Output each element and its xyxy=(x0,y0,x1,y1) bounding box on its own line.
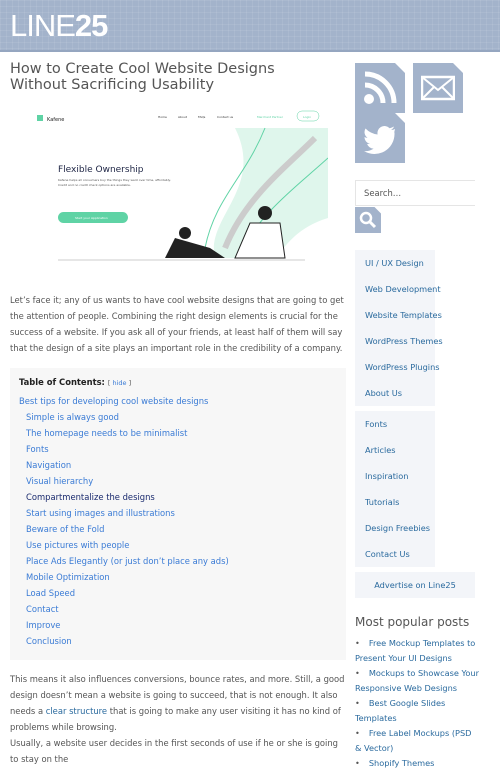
toc-item[interactable]: Compartmentalize the designs xyxy=(26,492,155,502)
toc-item[interactable]: Contact xyxy=(26,604,59,614)
toc-item[interactable]: Fonts xyxy=(26,444,49,454)
hero-nav-contact: Contact us xyxy=(217,115,234,119)
toc-item[interactable]: Mobile Optimization xyxy=(26,572,110,582)
paragraph-2: This means it also influences conversion… xyxy=(10,671,345,735)
hero-nav-home: Home xyxy=(158,115,167,119)
category-menu-2: Fonts Articles Inspiration Tutorials Design … xyxy=(355,411,435,567)
article-title: How to Create Cool Website Designs Witho… xyxy=(10,61,275,93)
hero-text: Kafene helps all consumers buy the thing… xyxy=(58,178,171,187)
toc-heading: Table of Contents: [ hide ] xyxy=(19,377,132,387)
toc-item[interactable]: Load Speed xyxy=(26,588,75,598)
sidebar-category-item[interactable]: Web Development xyxy=(355,276,441,302)
site-logo[interactable]: LINE25 xyxy=(10,8,108,43)
toc-item[interactable]: Simple is always good xyxy=(26,412,119,422)
logo-text: LINE xyxy=(10,8,76,43)
hero-nav-about: About xyxy=(178,115,188,119)
toc-item[interactable]: Visual hierarchy xyxy=(26,476,93,486)
sidebar-category-item[interactable]: Fonts xyxy=(355,411,435,437)
sidebar-category-item[interactable]: Tutorials xyxy=(355,489,435,515)
toc-item[interactable]: Place Ads Elegantly (or just don’t place… xyxy=(26,556,229,566)
hero-headline: Flexible Ownership xyxy=(58,165,144,175)
hero-login: Login xyxy=(303,115,311,119)
toc-item[interactable]: Navigation xyxy=(26,460,71,470)
popular-post-link[interactable]: Shopify Themes xyxy=(355,756,480,771)
popular-posts-heading: Most popular posts xyxy=(355,615,470,629)
popular-posts-list: Free Mockup Templates to Present Your UI… xyxy=(355,636,480,771)
hero-nav-faqs: FAQs xyxy=(198,115,206,119)
toc-item[interactable]: Use pictures with people xyxy=(26,540,129,550)
sidebar-category-item[interactable]: Website Templates xyxy=(355,302,442,328)
hero-brand: Kafene xyxy=(47,117,64,123)
sidebar-category-item[interactable]: About Us xyxy=(355,380,435,406)
sidebar-category-item[interactable]: WordPress Themes xyxy=(355,328,443,354)
search-icon xyxy=(359,211,377,229)
hero-merchant: Merchant Partner xyxy=(257,115,284,119)
table-of-contents: Table of Contents: [ hide ] Best tips fo… xyxy=(10,368,346,660)
sidebar-category-item[interactable]: Inspiration xyxy=(355,463,435,489)
sidebar-category-item[interactable]: WordPress Plugins xyxy=(355,354,440,380)
popular-post-link[interactable]: Mockups to Showcase Your Responsive Web … xyxy=(355,666,480,696)
search-input[interactable]: Search… xyxy=(355,180,475,206)
toc-item[interactable]: Best tips for developing cool website de… xyxy=(19,396,208,406)
popular-post-link[interactable]: Best Google Slides Templates xyxy=(355,696,480,726)
toc-item[interactable]: The homepage needs to be minimalist xyxy=(26,428,187,438)
site-header: LINE25 xyxy=(0,0,500,52)
search-button[interactable] xyxy=(355,207,381,233)
sidebar-category-item[interactable]: Articles xyxy=(355,437,435,463)
intro-paragraph: Let’s face it; any of us wants to have c… xyxy=(10,295,344,353)
rss-icon[interactable] xyxy=(355,63,405,113)
hero-image: Kafene Home About FAQs Contact us Mercha… xyxy=(35,108,329,263)
category-menu-1: UI / UX Design Web Development Website Tem… xyxy=(355,250,443,406)
advertise-link[interactable]: Advertise on Line25 xyxy=(355,572,475,598)
toc-item[interactable]: Improve xyxy=(26,620,60,630)
toc-item[interactable]: Conclusion xyxy=(26,636,72,646)
sidebar-category-item[interactable]: UI / UX Design xyxy=(355,250,435,276)
toc-item[interactable]: Start using images and illustrations xyxy=(26,508,175,518)
toc-item[interactable]: Beware of the Fold xyxy=(26,524,104,534)
sidebar-category-item[interactable]: Contact Us xyxy=(355,541,435,567)
kafene-logo-icon xyxy=(37,115,43,121)
email-icon[interactable] xyxy=(413,63,463,113)
sidebar-category-item[interactable]: Design Freebies xyxy=(355,515,435,541)
hero-cta: Start your Application xyxy=(75,216,108,220)
twitter-icon[interactable] xyxy=(355,113,405,163)
toc-hide-link[interactable]: hide xyxy=(112,379,126,387)
clear-structure-link[interactable]: clear structure xyxy=(46,706,107,716)
popular-post-link[interactable]: Free Mockup Templates to Present Your UI… xyxy=(355,636,480,666)
paragraph-3: Usually, a website user decides in the f… xyxy=(10,738,338,764)
logo-number: 25 xyxy=(74,8,108,43)
popular-post-link[interactable]: Free Label Mockups (PSD & Vector) xyxy=(355,726,480,756)
toc-title: Table of Contents: xyxy=(19,377,105,387)
